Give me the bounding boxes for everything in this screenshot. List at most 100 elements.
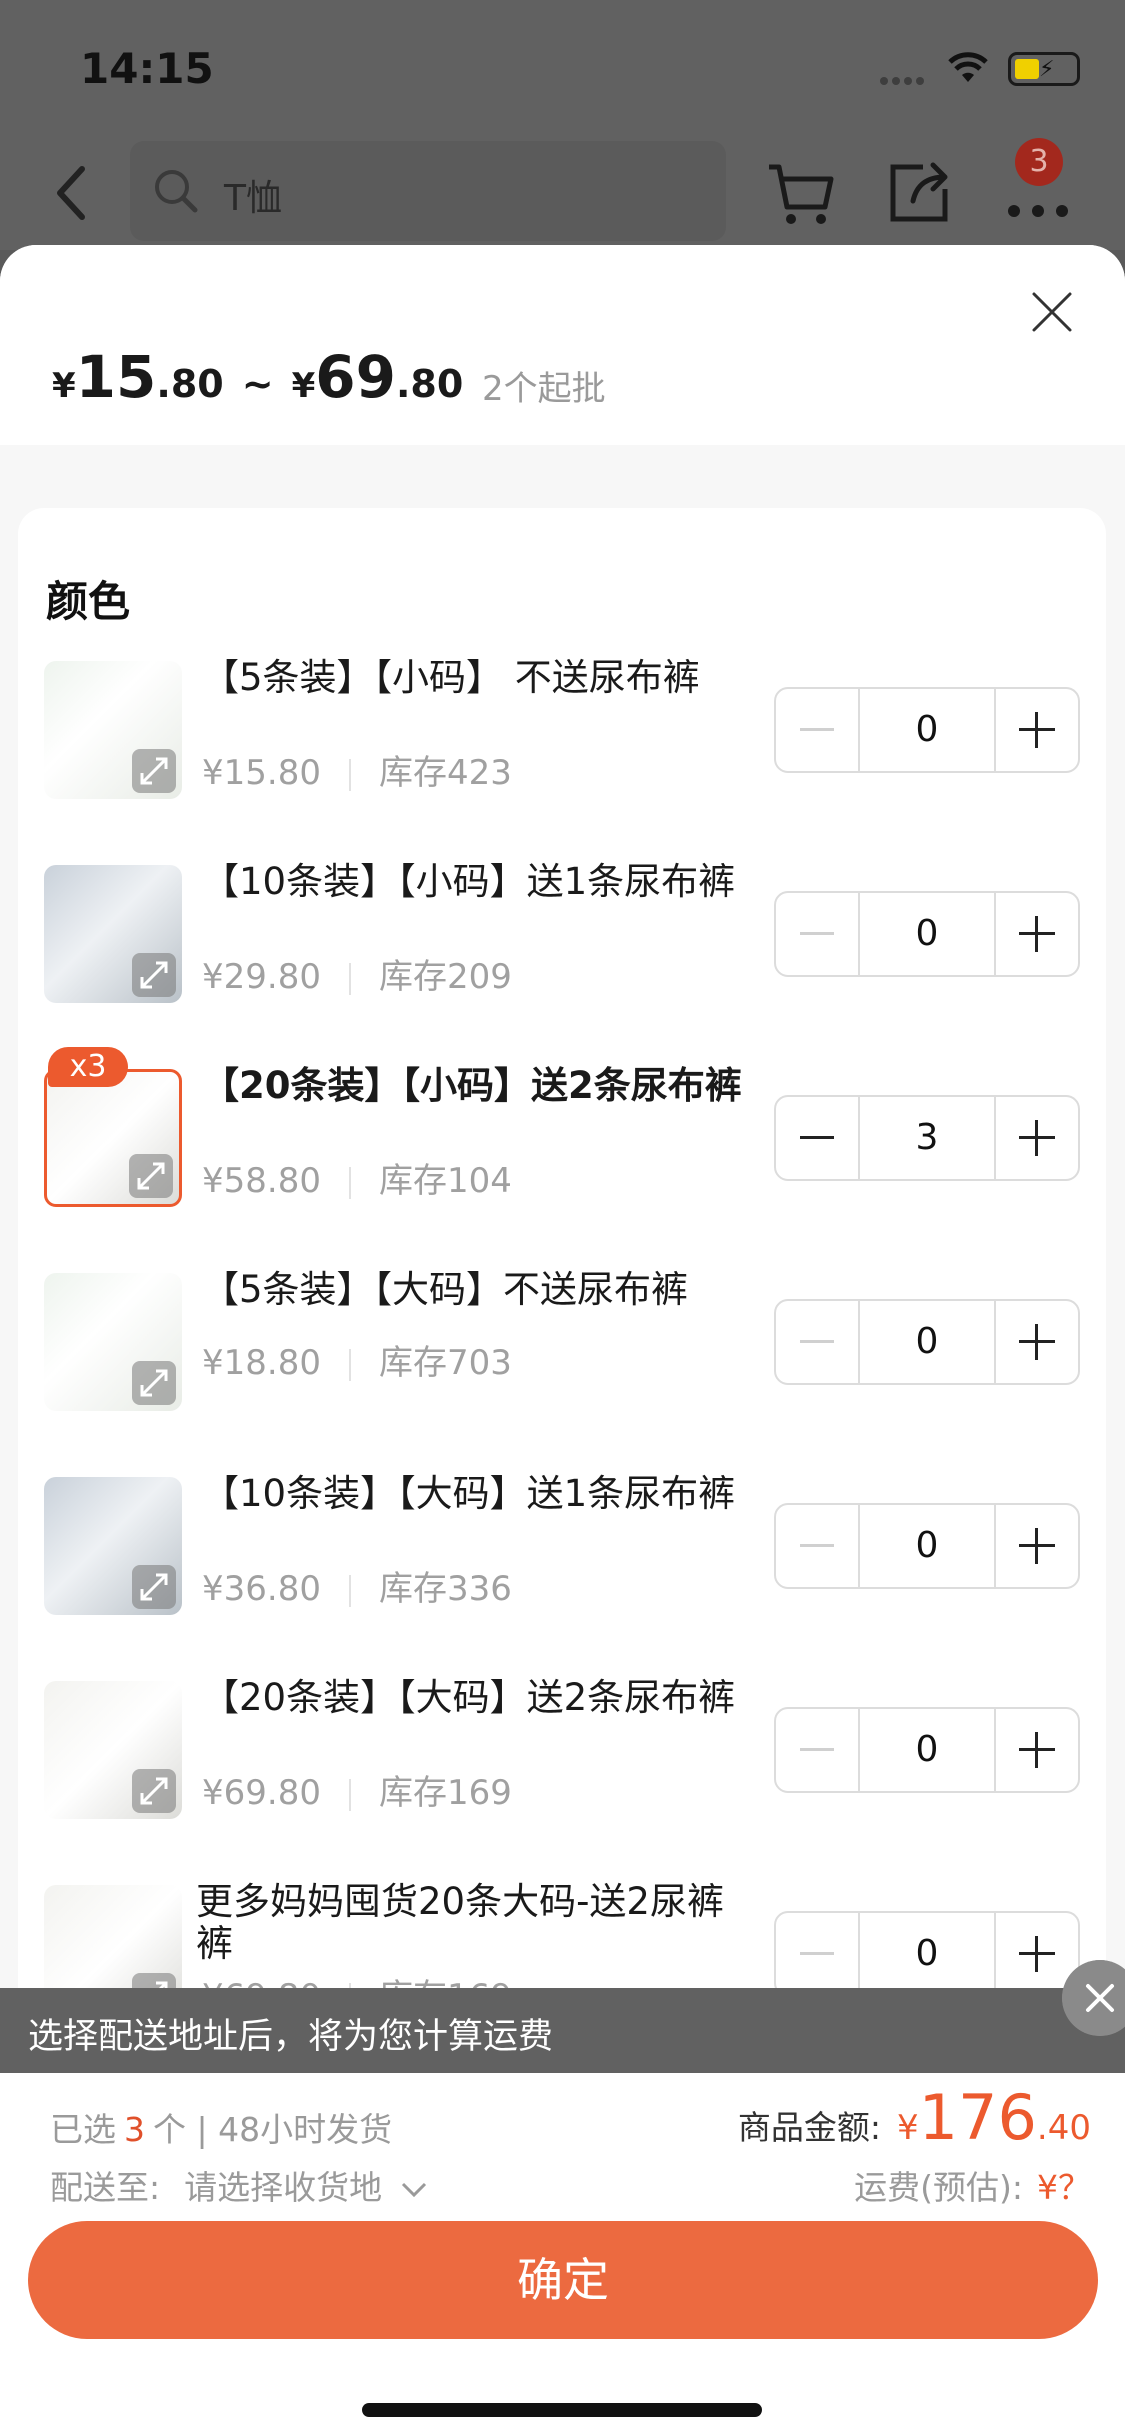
plus-icon [1019, 1732, 1055, 1768]
quantity-value[interactable]: 0 [858, 689, 996, 771]
sku-meta: ¥36.80 库存336 [202, 1561, 512, 1610]
expand-icon[interactable] [132, 1361, 176, 1405]
price-currency-2: ¥ [291, 366, 316, 406]
share-icon[interactable] [883, 157, 955, 229]
expand-icon[interactable] [132, 749, 176, 793]
ship-label: 配送至: [50, 2168, 161, 2207]
minus-icon [800, 1340, 834, 1343]
expand-icon[interactable] [132, 1769, 176, 1813]
section-title: 颜色 [46, 577, 131, 626]
expand-icon[interactable] [132, 953, 176, 997]
increment-button[interactable] [996, 1505, 1078, 1587]
product-thumbnail[interactable] [44, 865, 182, 1003]
quantity-stepper: 0 [774, 1911, 1080, 1997]
cart-icon[interactable] [765, 157, 837, 229]
quantity-value[interactable]: 3 [858, 1097, 996, 1179]
quantity-stepper: 0 [774, 1299, 1080, 1385]
decrement-button[interactable] [776, 1505, 858, 1587]
expand-icon[interactable] [129, 1154, 173, 1198]
quantity-value[interactable]: 0 [858, 1913, 996, 1995]
decrement-button[interactable] [776, 1709, 858, 1791]
sku-item[interactable]: 【10条装】【小码】送1条尿布裤 ¥29.80 库存209 0 [18, 849, 1106, 1019]
sku-price: ¥36.80 [202, 1569, 321, 1609]
decrement-button[interactable] [776, 1301, 858, 1383]
sku-item[interactable]: 【10条装】【大码】送1条尿布裤 ¥36.80 库存336 0 [18, 1461, 1106, 1631]
quantity-value[interactable]: 0 [858, 893, 996, 975]
sku-item[interactable]: 【5条装】【小码】 不送尿布裤 ¥15.80 库存423 0 [18, 645, 1106, 815]
product-thumbnail[interactable] [44, 1681, 182, 1819]
decrement-button[interactable] [776, 689, 858, 771]
search-icon [155, 170, 198, 213]
sku-stock: 库存104 [378, 1161, 512, 1201]
decrement-button[interactable] [776, 1097, 858, 1179]
shipping-address-row[interactable]: 配送至: 请选择收货地 [50, 2161, 427, 2209]
increment-button[interactable] [996, 1301, 1078, 1383]
sku-stock: 库存703 [378, 1343, 512, 1383]
sku-meta: ¥15.80 库存423 [202, 745, 512, 794]
sku-item[interactable]: 【5条装】【大码】不送尿布裤 ¥18.80 库存703 0 [18, 1257, 1106, 1427]
increment-button[interactable] [996, 893, 1078, 975]
divider [348, 962, 351, 995]
price-max-int: 69 [315, 343, 396, 411]
minus-icon [800, 1748, 834, 1751]
price-range: ¥15.80 ~ ¥69.80 [52, 343, 463, 411]
total-label: 商品金额: [737, 2108, 881, 2147]
expand-icon[interactable] [132, 1565, 176, 1609]
divider [348, 1166, 351, 1199]
minus-icon [800, 1544, 834, 1547]
total-currency: ¥ [896, 2108, 919, 2148]
sku-price: ¥18.80 [202, 1343, 321, 1383]
increment-button[interactable] [996, 689, 1078, 771]
product-thumbnail[interactable] [44, 661, 182, 799]
product-thumbnail[interactable] [44, 1069, 182, 1207]
total-int: 176 [918, 2081, 1037, 2154]
sku-item[interactable]: 【20条装】【大码】送2条尿布裤 ¥69.80 库存169 0 [18, 1665, 1106, 1835]
back-icon[interactable] [48, 163, 98, 223]
sku-stock: 库存209 [378, 957, 512, 997]
product-thumbnail[interactable] [44, 1477, 182, 1615]
decrement-button[interactable] [776, 1913, 858, 1995]
sku-stock: 库存169 [378, 1773, 512, 1813]
increment-button[interactable] [996, 1709, 1078, 1791]
close-icon[interactable] [1030, 290, 1074, 334]
selected-count: 3 [124, 2110, 145, 2149]
divider [348, 1348, 351, 1381]
minus-icon [800, 1136, 834, 1139]
selected-suffix: 个 | 48小时发货 [153, 2110, 393, 2149]
quantity-value[interactable]: 0 [858, 1505, 996, 1587]
total-dec: .40 [1036, 2108, 1091, 2148]
sku-name: 【5条装】【大码】不送尿布裤 [202, 1268, 689, 1311]
price-min-int: 15 [75, 343, 157, 411]
sku-name: 【20条装】【小码】送2条尿布裤 [202, 1064, 742, 1107]
quantity-value[interactable]: 0 [858, 1301, 996, 1383]
search-input[interactable]: T恤 [130, 141, 726, 241]
battery-icon: ⚡ [1008, 52, 1080, 86]
decrement-button[interactable] [776, 893, 858, 975]
search-placeholder: T恤 [224, 178, 282, 219]
plus-icon [1019, 1936, 1055, 1972]
increment-button[interactable] [996, 1097, 1078, 1179]
sku-stock: 库存423 [378, 753, 512, 793]
wifi-icon [948, 52, 988, 82]
sku-name: 更多妈妈囤货20条大码-送2尿裤裤 [196, 1880, 724, 1965]
ship-address[interactable]: 请选择收货地 [184, 2168, 382, 2207]
quantity-stepper: 0 [774, 687, 1080, 773]
sku-price: ¥29.80 [202, 957, 321, 997]
product-thumbnail[interactable] [44, 1273, 182, 1411]
divider [348, 758, 351, 791]
price-min-dec: .80 [156, 362, 224, 406]
sku-meta: ¥18.80 库存703 [202, 1335, 512, 1384]
top-nav: T恤 [0, 135, 1125, 250]
sku-meta: ¥29.80 库存209 [202, 949, 512, 998]
chevron-down-icon [401, 2182, 426, 2197]
quantity-value[interactable]: 0 [858, 1709, 996, 1791]
minus-icon [800, 932, 834, 935]
divider [348, 1574, 351, 1607]
selected-summary: 已选 3 个 | 48小时发货 [50, 2103, 392, 2151]
plus-icon [1019, 916, 1055, 952]
signal-icon [880, 70, 930, 85]
confirm-button[interactable]: 确定 [28, 2221, 1098, 2339]
price-currency: ¥ [52, 366, 76, 406]
sku-item-selected[interactable]: x3 【20条装】【小码】送2条尿布裤 ¥58.80 库存104 3 [18, 1047, 1106, 1223]
selected-prefix: 已选 [50, 2110, 116, 2149]
